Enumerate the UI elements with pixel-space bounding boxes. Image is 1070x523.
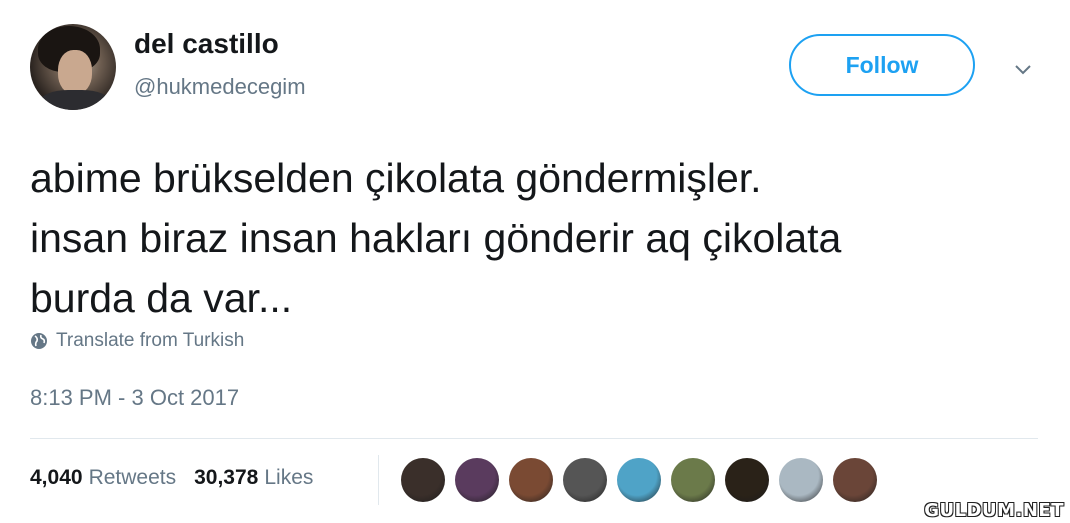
author-avatar[interactable] (30, 24, 116, 110)
author-name[interactable]: del castillo (134, 28, 279, 60)
liker-avatar-2[interactable] (455, 458, 499, 502)
liker-avatar-3[interactable] (509, 458, 553, 502)
liker-avatar-6[interactable] (671, 458, 715, 502)
globe-icon (31, 333, 47, 349)
retweets-stat[interactable]: 4,040 Retweets (30, 466, 176, 490)
liker-avatar-1[interactable] (401, 458, 445, 502)
chevron-down-icon[interactable] (1012, 58, 1034, 80)
liker-avatar-9[interactable] (833, 458, 877, 502)
likes-stat[interactable]: 30,378 Likes (194, 466, 313, 490)
stats-separator (378, 455, 379, 505)
translate-link[interactable]: Translate from Turkish (30, 330, 244, 352)
liker-avatar-7[interactable] (725, 458, 769, 502)
avatar-face (58, 50, 92, 94)
likes-label: Likes (264, 466, 314, 489)
avatar-shirt (40, 90, 110, 110)
liker-avatar-4[interactable] (563, 458, 607, 502)
likers-avatars (401, 458, 877, 502)
retweets-label: Retweets (88, 466, 177, 489)
liker-avatar-5[interactable] (617, 458, 661, 502)
likes-count: 30,378 (194, 466, 259, 489)
translate-label: Translate from Turkish (56, 330, 245, 351)
liker-avatar-8[interactable] (779, 458, 823, 502)
tweet-timestamp[interactable]: 8:13 PM - 3 Oct 2017 (30, 385, 239, 411)
site-watermark: GULDUM.NET (924, 500, 1064, 521)
follow-button[interactable]: Follow (789, 34, 975, 96)
author-handle[interactable]: @hukmedecegim (134, 74, 306, 100)
tweet-text: abime brükselden çikolata göndermişler. … (30, 155, 842, 321)
divider (30, 438, 1038, 439)
tweet-stats: 4,040 Retweets 30,378 Likes (30, 466, 313, 490)
retweets-count: 4,040 (30, 466, 83, 489)
